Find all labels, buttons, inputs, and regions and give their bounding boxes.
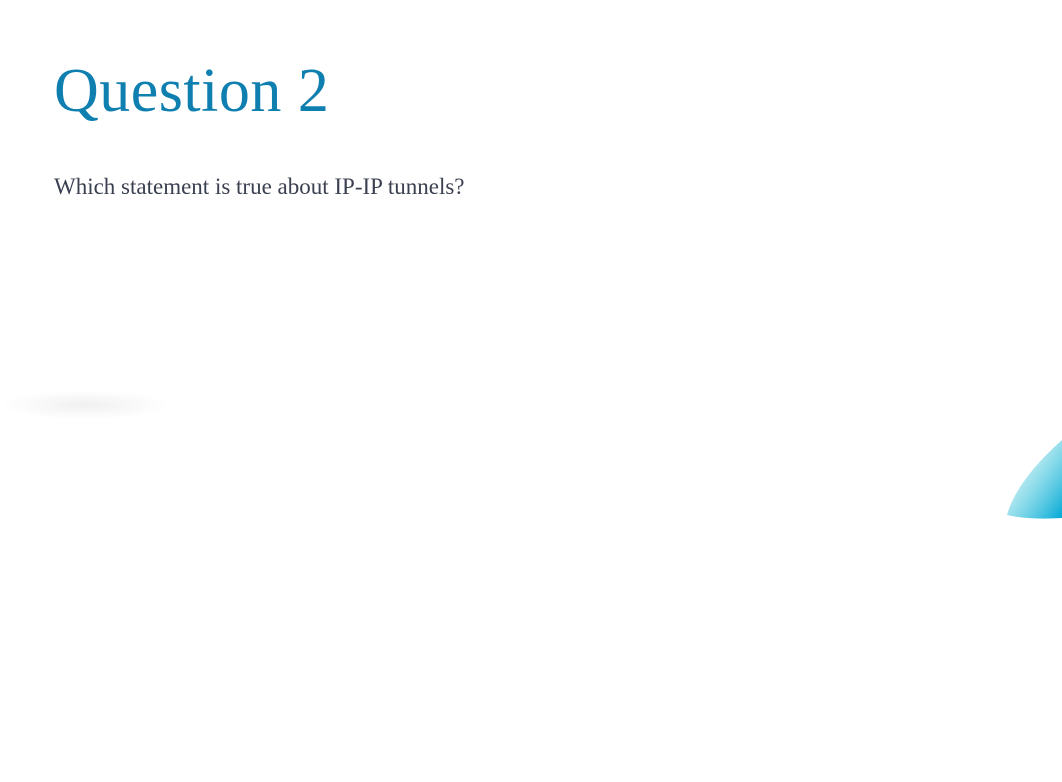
question-title: Question 2: [54, 56, 1008, 127]
question-text: Which statement is true about IP-IP tunn…: [54, 171, 1008, 203]
question-content: Question 2 Which statement is true about…: [0, 0, 1062, 259]
decorative-swoosh: [1002, 440, 1062, 530]
decorative-shadow: [0, 390, 170, 420]
